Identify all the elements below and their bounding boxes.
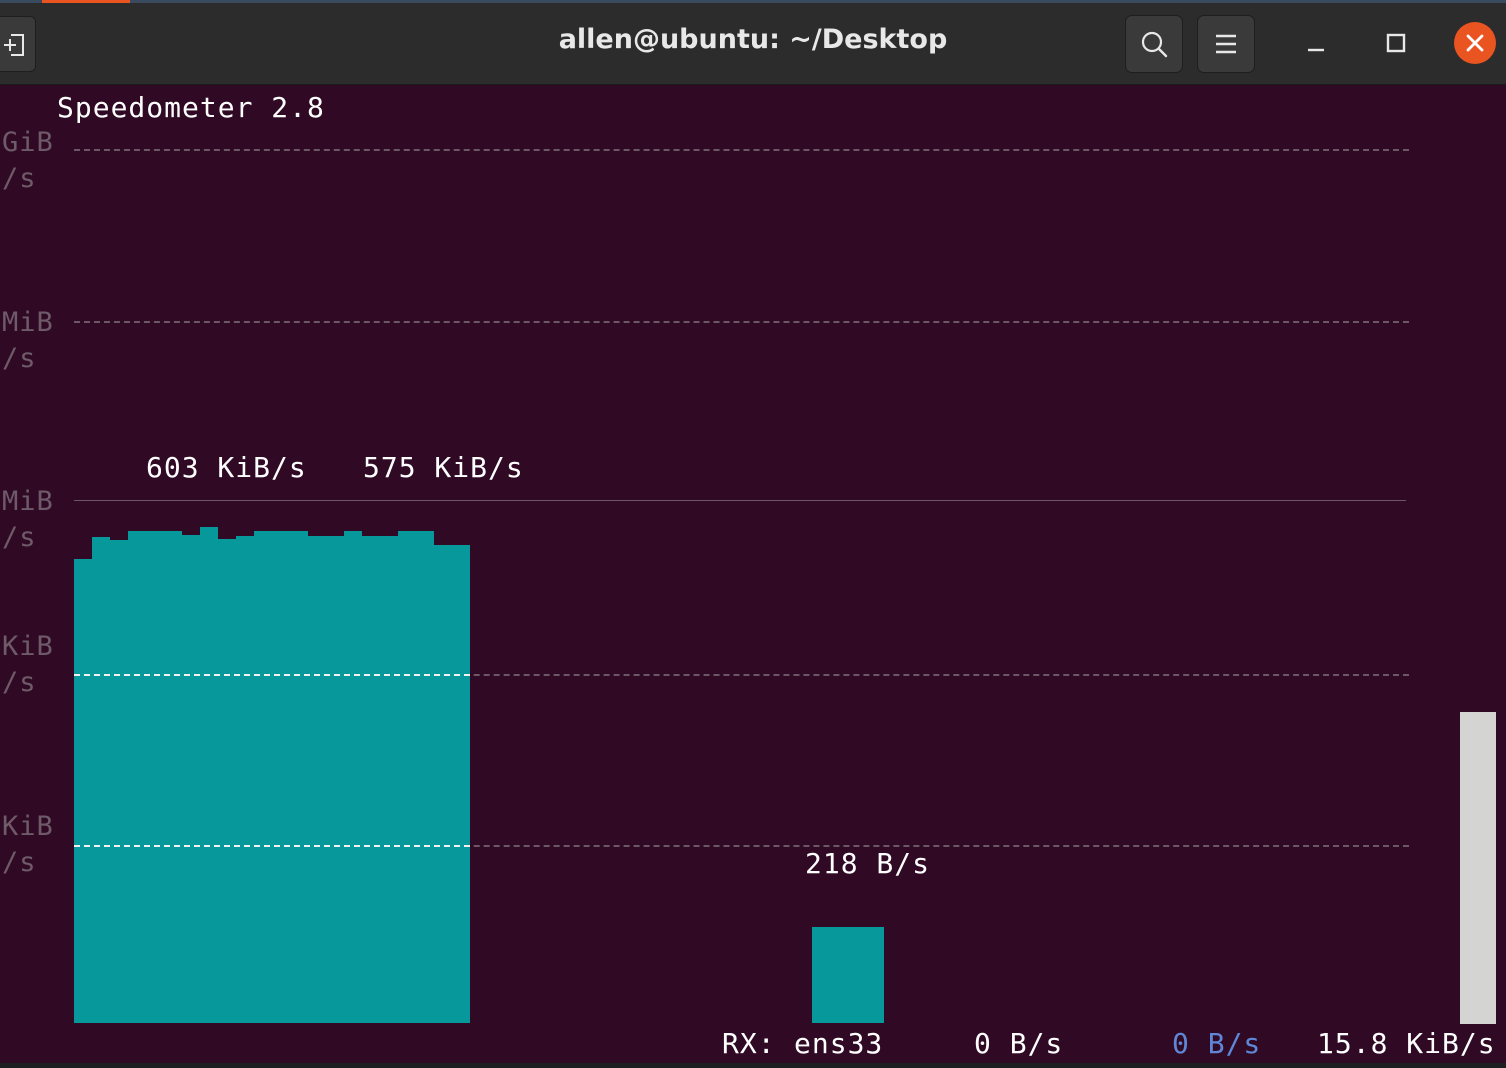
gridline-overlay-upper	[74, 674, 470, 676]
terminal-area[interactable]: Speedometer 2.8 GiB/s MiB/s MiB/s KiB/s …	[0, 85, 1506, 1063]
gridline-overlay-lower	[74, 845, 470, 847]
search-button[interactable]	[1125, 15, 1183, 73]
bottom-edge	[0, 1063, 1506, 1068]
y-axis-label-kib-upper: KiB/s	[2, 631, 54, 698]
close-icon	[1466, 34, 1484, 52]
status-peak: 15.8 KiB/s	[1317, 1027, 1496, 1060]
y-axis-label-mib-upper: MiB/s	[2, 307, 54, 374]
peak-label-1: 603 KiB/s	[146, 451, 307, 484]
y-axis-label-gib: GiB/s	[2, 127, 54, 194]
status-interface: ens33	[794, 1027, 884, 1060]
scrollbar[interactable]	[1460, 712, 1496, 1024]
gridline-mib-upper	[74, 321, 1409, 323]
search-icon	[1141, 31, 1168, 58]
maximize-button[interactable]	[1375, 22, 1417, 64]
y-axis-label-kib-lower: KiB/s	[2, 811, 54, 878]
menu-button[interactable]	[1197, 15, 1255, 73]
app-title: Speedometer 2.8	[57, 91, 325, 124]
status-average: 0 B/s	[1172, 1027, 1262, 1060]
gridline-gib	[74, 149, 1409, 151]
minimize-button[interactable]	[1295, 22, 1337, 64]
traffic-bar-body	[74, 559, 470, 1023]
hamburger-icon	[1216, 34, 1236, 54]
y-axis-label-mib-lower: MiB/s	[2, 486, 54, 553]
title-bar: allen@ubuntu: ~/Desktop	[0, 0, 1506, 85]
tab-strip	[0, 0, 1506, 3]
minimize-icon	[1308, 48, 1324, 52]
window-title: allen@ubuntu: ~/Desktop	[558, 24, 948, 55]
gridline-mib-lower	[74, 500, 1406, 501]
status-current: 0 B/s	[974, 1027, 1064, 1060]
maximize-icon	[1386, 33, 1406, 53]
traffic-bar-small	[812, 927, 884, 1023]
peak-label-2: 575 KiB/s	[363, 451, 524, 484]
close-button[interactable]	[1454, 22, 1496, 64]
status-direction: RX:	[722, 1027, 776, 1060]
current-rate-label: 218 B/s	[779, 847, 956, 880]
